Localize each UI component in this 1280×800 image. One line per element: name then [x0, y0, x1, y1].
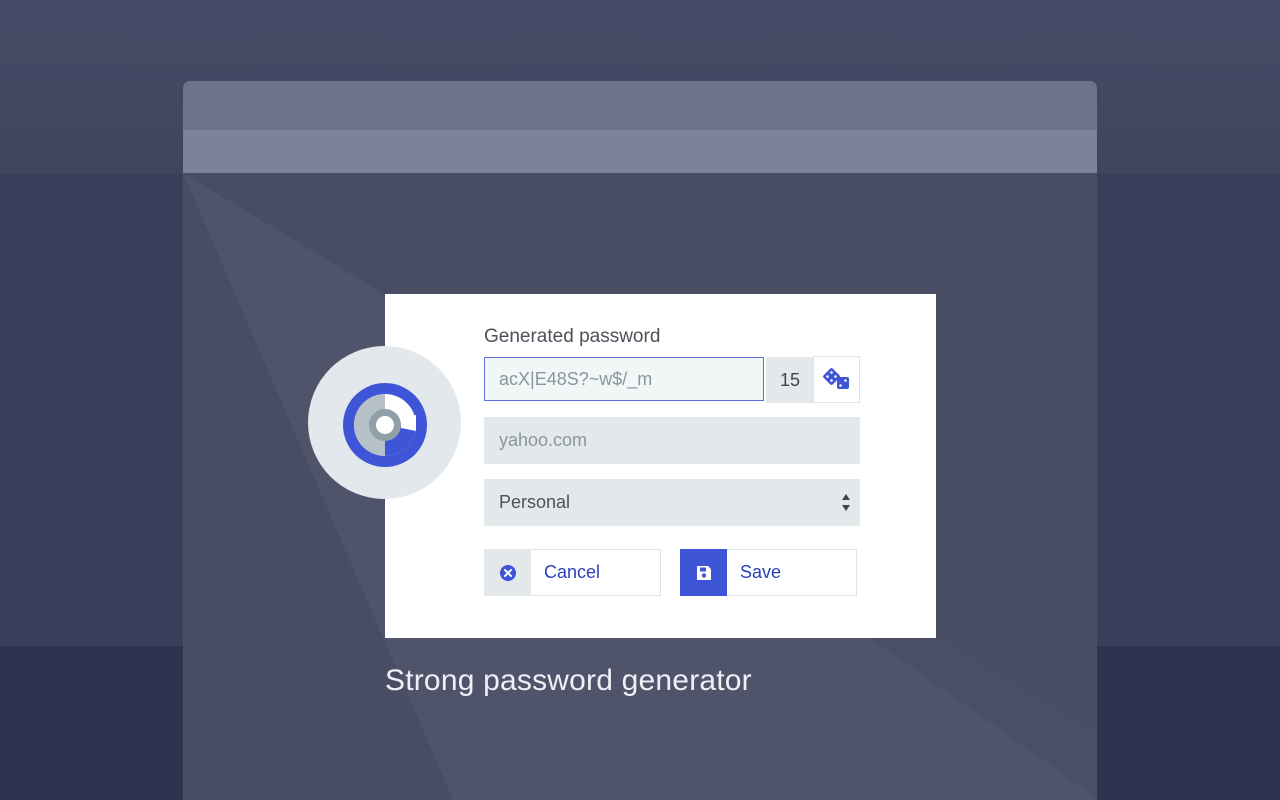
generated-password-label: Generated password — [484, 326, 661, 347]
feature-caption: Strong password generator — [385, 664, 752, 697]
floppy-disk-icon — [696, 565, 711, 580]
cancel-button[interactable]: Cancel — [484, 549, 661, 596]
save-button-label: Save — [740, 562, 782, 582]
folder-select-value: Personal — [499, 492, 571, 512]
save-icon-box — [680, 549, 727, 596]
dice-icon — [822, 367, 849, 389]
save-button[interactable]: Save — [680, 549, 857, 596]
site-input[interactable]: yahoo.com — [484, 417, 860, 464]
browser-titlebar — [183, 81, 1097, 130]
cancel-button-label: Cancel — [544, 562, 601, 582]
cancel-icon-box — [484, 549, 531, 596]
select-arrows-icon — [842, 494, 850, 511]
lock-logo-icon — [343, 383, 427, 467]
regenerate-password-button[interactable] — [813, 356, 860, 403]
close-circle-icon — [499, 564, 516, 581]
generated-password-input[interactable]: acX|E48S?~w$/_m — [484, 357, 764, 401]
folder-select[interactable]: Personal — [484, 479, 860, 526]
browser-address-bar — [183, 130, 1097, 173]
password-length-field[interactable]: 15 — [766, 357, 814, 403]
